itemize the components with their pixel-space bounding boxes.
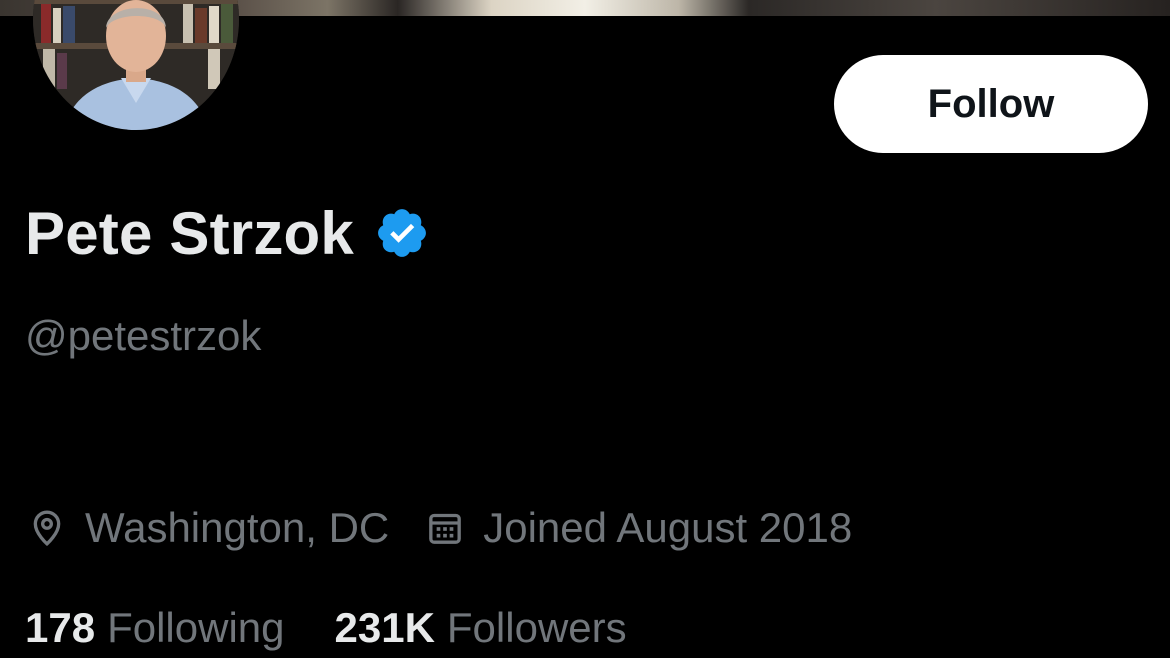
- profile-meta: Washington, DC Joined August 2018: [27, 500, 852, 556]
- calendar-icon: [429, 513, 462, 544]
- profile-stats: 178 Following 231K Followers: [25, 598, 627, 658]
- following-label: Following: [107, 604, 285, 651]
- followers-stat[interactable]: 231K Followers: [335, 604, 627, 652]
- following-stat[interactable]: 178 Following: [25, 604, 285, 652]
- display-name: Pete Strzok: [25, 199, 354, 267]
- location-text: Washington, DC: [85, 504, 390, 551]
- following-count: 178: [25, 604, 96, 651]
- followers-count: 231K: [334, 604, 435, 651]
- follow-button[interactable]: Follow: [834, 55, 1148, 153]
- joined-text: Joined August 2018: [483, 504, 853, 551]
- location-pin-icon: [33, 510, 61, 547]
- followers-label: Followers: [446, 604, 627, 651]
- avatar-photo: [33, 0, 239, 130]
- profile-handle: @petestrzok: [25, 312, 262, 359]
- verified-badge-icon[interactable]: [374, 205, 430, 261]
- avatar[interactable]: [33, 0, 239, 130]
- joined-item: Joined August 2018: [425, 504, 852, 552]
- name-row: Pete Strzok: [25, 198, 430, 268]
- location-item: Washington, DC: [27, 504, 389, 552]
